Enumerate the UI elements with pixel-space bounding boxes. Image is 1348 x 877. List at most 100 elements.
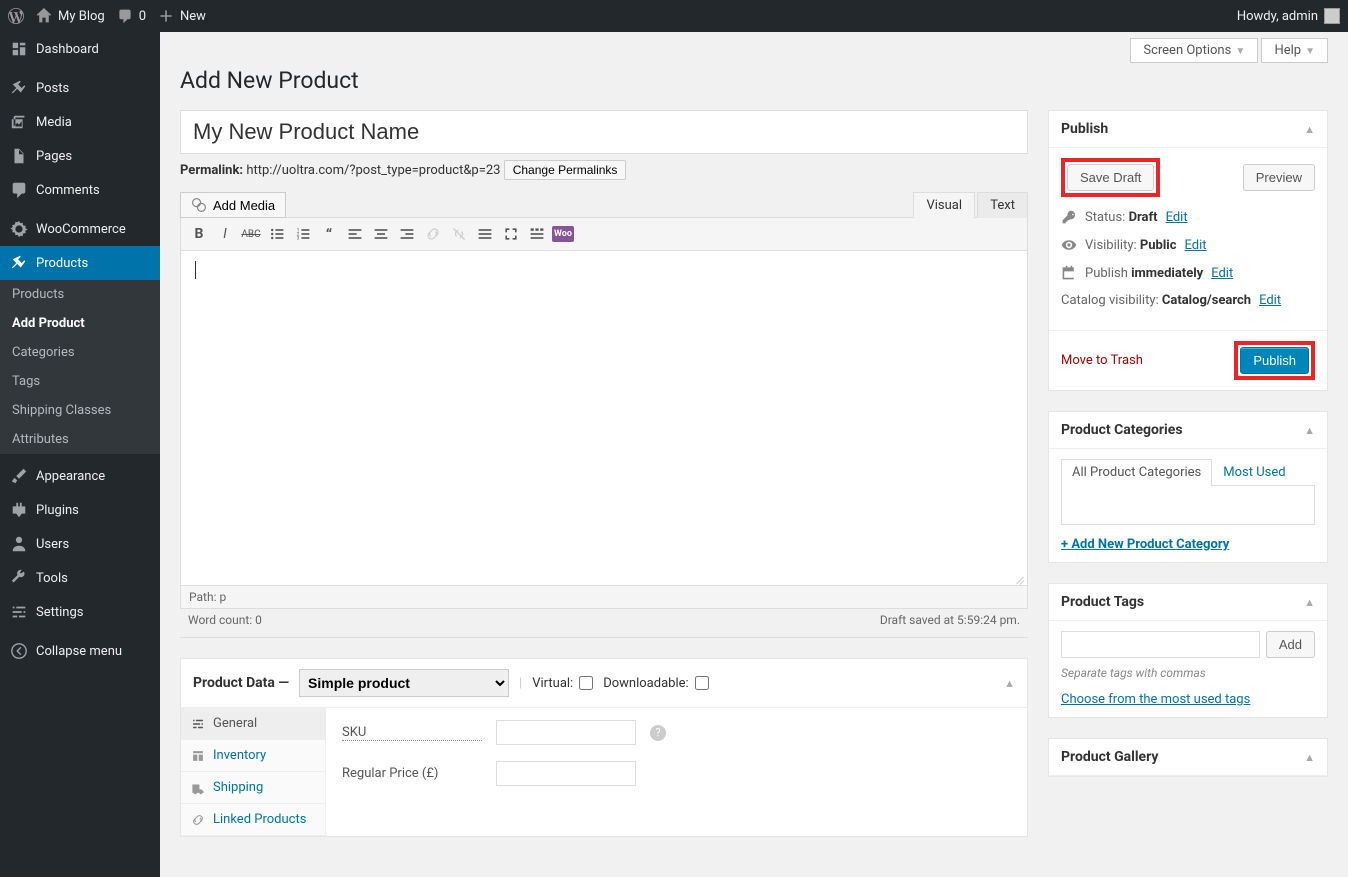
collapse-icon [10,642,28,660]
publish-date-row: Publish immediately Edit [1061,265,1315,281]
unlink-button[interactable] [447,222,471,246]
pin-icon [10,79,28,97]
menu-media[interactable]: Media [0,105,160,139]
inventory-icon [191,749,205,763]
publish-button[interactable]: Publish [1240,347,1309,374]
blockquote-button[interactable]: “ [317,222,341,246]
toggle-box-icon[interactable]: ▲ [1004,677,1015,690]
help-icon[interactable]: ? [650,725,666,741]
plus-icon [158,8,174,24]
toggle-box-icon[interactable]: ▲ [1304,751,1315,764]
menu-users[interactable]: Users [0,527,160,561]
pd-tab-general[interactable]: General [181,708,325,740]
menu-comments[interactable]: Comments [0,173,160,207]
toggle-box-icon[interactable]: ▲ [1304,424,1315,437]
edit-visibility-link[interactable]: Edit [1185,238,1207,253]
permalink-url: http://uoltra.com/?post_type=product&p=2… [246,163,500,178]
wordpress-icon [8,8,24,24]
menu-tools[interactable]: Tools [0,561,160,595]
numbered-list-button[interactable]: 123 [291,222,315,246]
chevron-down-icon: ▼ [1305,46,1315,57]
edit-catalog-link[interactable]: Edit [1259,293,1281,308]
preview-button[interactable]: Preview [1243,164,1315,191]
new-link[interactable]: New [158,8,206,24]
submenu-attributes[interactable]: Attributes [0,425,160,454]
link-button[interactable] [421,222,445,246]
menu-woocommerce[interactable]: WooCommerce [0,212,160,246]
italic-button[interactable]: I [213,222,237,246]
pd-tab-inventory[interactable]: Inventory [181,740,325,772]
downloadable-checkbox[interactable] [695,676,709,690]
add-tag-button[interactable]: Add [1266,631,1315,658]
kitchen-sink-button[interactable] [525,222,549,246]
strikethrough-button[interactable]: ABC [239,222,263,246]
regular-price-input[interactable] [496,761,636,786]
edit-date-link[interactable]: Edit [1211,266,1233,281]
align-left-button[interactable] [343,222,367,246]
category-list[interactable] [1061,485,1315,525]
bullet-list-button[interactable] [265,222,289,246]
editor-body[interactable] [180,251,1028,586]
add-category-link[interactable]: + Add New Product Category [1061,537,1229,552]
product-type-select[interactable]: Simple product [299,669,509,697]
sku-input[interactable] [496,720,636,745]
toggle-box-icon[interactable]: ▲ [1304,596,1315,609]
choose-tags-link[interactable]: Choose from the most used tags [1061,692,1250,707]
comments-icon [10,181,28,199]
admin-bar: My Blog 0 New Howdy, admin [0,0,1348,32]
move-to-trash-link[interactable]: Move to Trash [1061,353,1143,368]
fullscreen-button[interactable] [499,222,523,246]
publish-box-title: Publish [1061,121,1108,137]
status-row: Status: Draft Edit [1061,209,1315,225]
submenu-tags[interactable]: Tags [0,367,160,396]
align-right-button[interactable] [395,222,419,246]
word-count: Word count: 0 [188,613,262,627]
save-draft-button[interactable]: Save Draft [1067,164,1154,191]
menu-plugins[interactable]: Plugins [0,493,160,527]
tag-input[interactable] [1061,631,1260,658]
editor-tab-visual[interactable]: Visual [913,192,975,219]
home-icon [36,8,52,24]
more-button[interactable] [473,222,497,246]
virtual-checkbox-label[interactable]: Virtual: [532,676,593,691]
change-permalinks-button[interactable]: Change Permalinks [504,160,627,180]
resize-handle[interactable] [1013,572,1025,584]
woo-shortcode-button[interactable]: Woo [551,222,575,246]
regular-price-label: Regular Price (£) [342,766,482,781]
menu-posts[interactable]: Posts [0,71,160,105]
menu-appearance[interactable]: Appearance [0,459,160,493]
tags-box-title: Product Tags [1061,594,1144,610]
menu-pages[interactable]: Pages [0,139,160,173]
cat-tab-all[interactable]: All Product Categories [1061,459,1212,486]
submenu-products-list[interactable]: Products [0,280,160,309]
submenu-shipping-classes[interactable]: Shipping Classes [0,396,160,425]
product-title-input[interactable] [180,110,1028,154]
chevron-down-icon: ▼ [1235,46,1245,57]
menu-collapse[interactable]: Collapse menu [0,634,160,668]
user-greeting[interactable]: Howdy, admin [1237,8,1340,24]
downloadable-checkbox-label[interactable]: Downloadable: [603,676,708,691]
editor-tab-text[interactable]: Text [977,192,1028,218]
add-media-button[interactable]: Add Media [180,192,286,218]
align-center-button[interactable] [369,222,393,246]
menu-products[interactable]: Products [0,246,160,280]
truck-icon [191,781,205,795]
permalink-label: Permalink: [180,163,243,178]
wrench-icon [10,569,28,587]
pd-tab-shipping[interactable]: Shipping [181,772,325,804]
screen-options-button[interactable]: Screen Options▼ [1130,38,1258,63]
toggle-box-icon[interactable]: ▲ [1304,123,1315,136]
wordpress-logo[interactable] [8,8,24,24]
comments-link[interactable]: 0 [117,8,146,24]
edit-status-link[interactable]: Edit [1166,210,1188,225]
cat-tab-most-used[interactable]: Most Used [1212,459,1296,485]
pd-tab-linked[interactable]: Linked Products [181,804,325,836]
submenu-add-product[interactable]: Add Product [0,309,160,338]
site-name-link[interactable]: My Blog [36,8,105,24]
help-button[interactable]: Help▼ [1261,38,1328,63]
bold-button[interactable]: B [187,222,211,246]
submenu-categories[interactable]: Categories [0,338,160,367]
virtual-checkbox[interactable] [579,676,593,690]
menu-settings[interactable]: Settings [0,595,160,629]
menu-dashboard[interactable]: Dashboard [0,32,160,66]
